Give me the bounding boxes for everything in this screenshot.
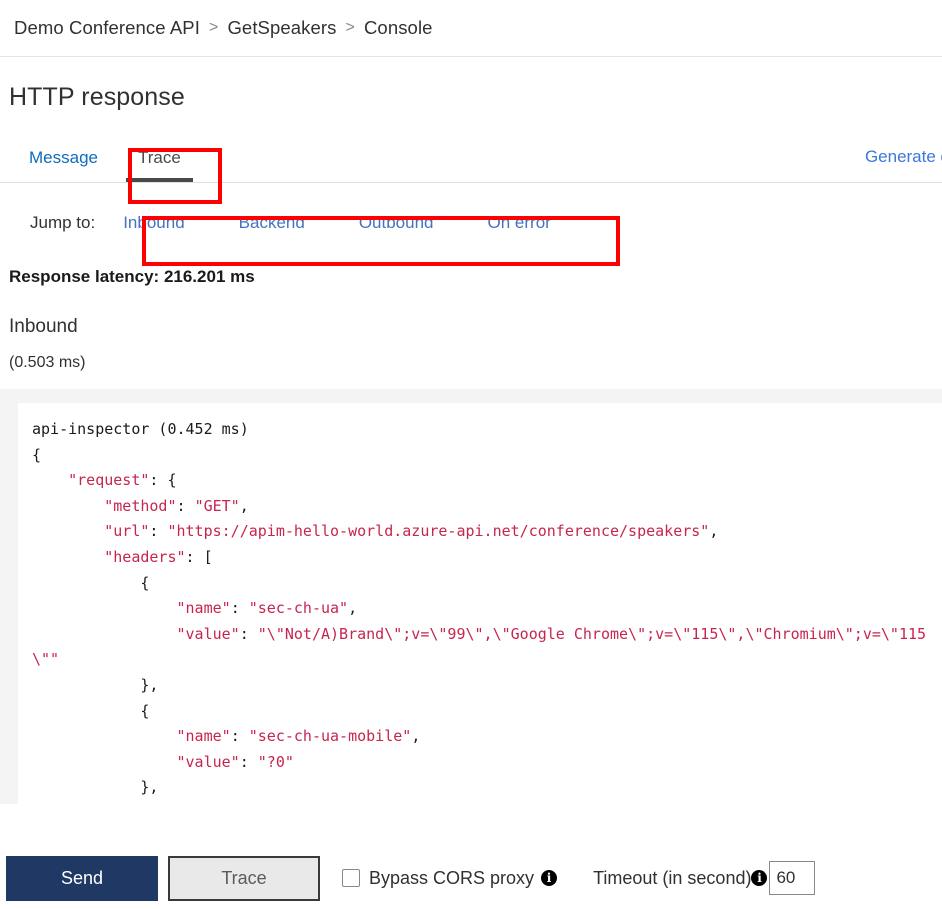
code-line-request: "request": { — [68, 471, 177, 490]
code-line-open-brace: { — [32, 443, 942, 469]
response-tabs: Message Trace — [0, 134, 942, 182]
code-line-header-obj-open-2: { — [32, 701, 150, 720]
code-line-header-obj-open-3: { — [32, 801, 942, 805]
code-value-method: "GET" — [194, 496, 240, 515]
timeout-group: Timeout (in second) i — [593, 861, 816, 895]
code-key-name: "name" — [176, 727, 231, 746]
code-key-value: "value" — [176, 624, 240, 643]
section-duration-inbound: (0.503 ms) — [9, 354, 86, 371]
code-line-header-obj-open-1: { — [32, 573, 150, 592]
code-value-secchuamobile: "?0" — [257, 752, 294, 771]
info-icon[interactable]: i — [541, 870, 558, 886]
code-line-header-obj-close-1: }, — [32, 675, 159, 694]
bypass-cors-group: Bypass CORS proxy i — [342, 867, 558, 889]
timeout-label: Timeout (in second) — [593, 867, 752, 888]
response-tabs-bar: Message Trace Generate d — [0, 134, 942, 183]
code-line-header-name-2: "name": "sec-ch-ua-mobile", — [176, 727, 421, 746]
tab-message[interactable]: Message — [9, 134, 118, 182]
code-line-header-value-1: "value": "\"Not/A)Brand\";v=\"99\",\"Goo… — [32, 624, 927, 669]
breadcrumb-item-console: Console — [363, 17, 433, 38]
code-text-open-brace: { — [32, 445, 42, 464]
code-key-value: "value" — [176, 752, 240, 771]
breadcrumb-separator-icon: > — [345, 19, 355, 36]
code-line-header-value-2: "value": "?0" — [176, 752, 294, 771]
timeout-input[interactable] — [769, 861, 816, 895]
generate-documentation-link[interactable]: Generate d — [865, 147, 942, 167]
breadcrumb-item-api[interactable]: Demo Conference API — [14, 17, 200, 39]
breadcrumb-item-operation[interactable]: GetSpeakers — [227, 17, 336, 39]
response-latency: Response latency: 216.201 ms — [9, 267, 255, 286]
code-value-url: "https://apim-hello-world.azure-api.net/… — [167, 522, 710, 541]
section-title-inbound: Inbound — [9, 316, 78, 337]
bypass-cors-label: Bypass CORS proxy — [369, 867, 535, 888]
code-text-api-inspector: api-inspector (0.452 ms) — [32, 420, 249, 438]
jump-to-label: Jump to: — [30, 213, 96, 232]
code-key-request: "request" — [68, 471, 150, 490]
jump-to-links: Inbound Backend Outbound On error — [123, 205, 551, 241]
code-line-headers: "headers": [ — [104, 547, 213, 566]
code-line-method: "method": "GET", — [104, 496, 249, 515]
code-key-method: "method" — [104, 496, 177, 515]
send-button[interactable]: Send — [6, 855, 158, 901]
jump-link-outbound[interactable]: Outbound — [359, 213, 434, 233]
code-key-headers: "headers" — [104, 547, 186, 566]
code-value-secchua: "\"Not/A)Brand\";v=\"99\",\"Google Chrom… — [32, 624, 927, 669]
breadcrumb: Demo Conference API > GetSpeakers > Cons… — [0, 0, 942, 57]
jump-link-backend[interactable]: Backend — [239, 213, 305, 233]
code-line-url: "url": "https://apim-hello-world.azure-a… — [104, 522, 719, 541]
jump-to-row: Jump to: Inbound Backend Outbound On err… — [0, 205, 942, 241]
code-key-url: "url" — [104, 522, 150, 541]
bypass-cors-checkbox[interactable] — [342, 869, 360, 887]
info-icon[interactable]: i — [751, 870, 768, 886]
page-title: HTTP response — [9, 83, 185, 111]
jump-link-inbound[interactable]: Inbound — [123, 213, 184, 233]
code-key-name: "name" — [176, 599, 231, 618]
tab-trace[interactable]: Trace — [118, 134, 201, 182]
jump-link-on-error[interactable]: On error — [488, 213, 551, 233]
trace-button[interactable]: Trace — [168, 855, 320, 901]
code-line-header: api-inspector (0.452 ms) — [32, 417, 942, 443]
console-action-toolbar: Send Trace Bypass CORS proxy i Timeout (… — [0, 847, 942, 909]
breadcrumb-separator-icon: > — [208, 19, 219, 36]
code-line-header-name-1: "name": "sec-ch-ua", — [176, 599, 358, 618]
trace-code-panel[interactable]: api-inspector (0.452 ms) { "request": { … — [18, 403, 942, 804]
trace-code-scroll-container[interactable]: api-inspector (0.452 ms) { "request": { … — [0, 389, 942, 804]
code-line-header-obj-close-2: }, — [32, 778, 159, 797]
code-value-name-secchuamobile: "sec-ch-ua-mobile" — [248, 727, 412, 746]
code-value-name-secchua: "sec-ch-ua" — [248, 599, 349, 618]
